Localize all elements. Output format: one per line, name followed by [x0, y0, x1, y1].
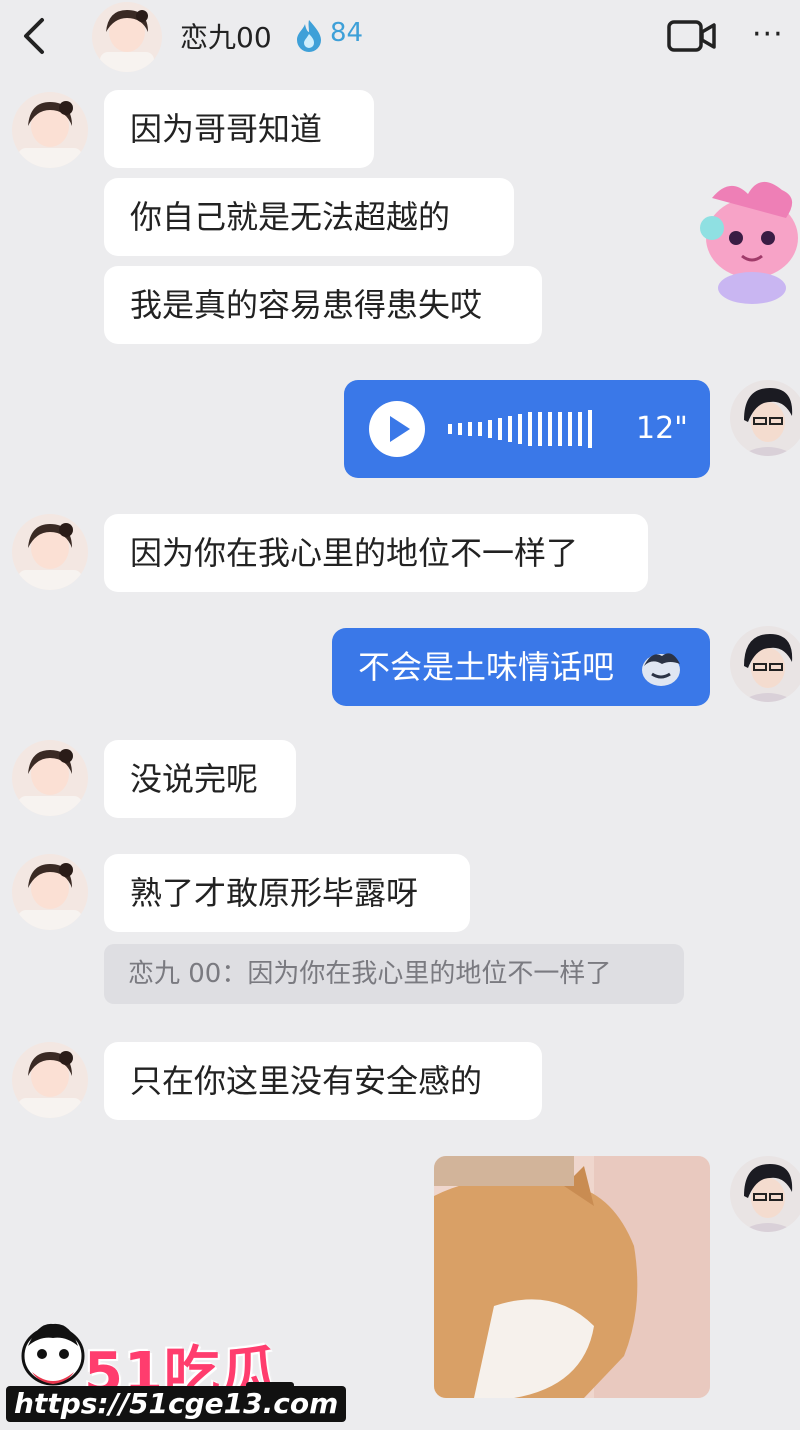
back-arrow-icon[interactable]	[18, 14, 52, 58]
self-avatar[interactable]	[730, 626, 800, 702]
message-bubble[interactable]: 因为你在我心里的地位不一样了	[104, 514, 648, 592]
message-bubble[interactable]: 我是真的容易患得患失哎	[104, 266, 542, 344]
message-bubble[interactable]: 熟了才敢原形毕露呀	[104, 854, 470, 932]
contact-avatar[interactable]	[12, 514, 88, 590]
sticker-image[interactable]	[690, 168, 800, 318]
voice-duration: 12"	[636, 411, 688, 446]
mascot-logo-icon	[21, 1323, 85, 1386]
chat-header: 恋九00 84 ···	[0, 0, 800, 78]
more-menu-icon[interactable]: ···	[752, 20, 784, 50]
photo-message[interactable]	[434, 1156, 710, 1398]
contact-name: 恋九00	[180, 21, 272, 54]
contact-avatar[interactable]	[12, 854, 88, 930]
message-bubble[interactable]: 因为哥哥知道	[104, 90, 374, 168]
fire-score: 84	[330, 18, 364, 48]
message-bubble[interactable]: 没说完呢	[104, 740, 296, 818]
contact-avatar[interactable]	[12, 1042, 88, 1118]
fire-streak-icon	[297, 20, 321, 52]
emoji-icon	[642, 653, 680, 686]
quoted-reply[interactable]: 恋九 00：因为你在我心里的地位不一样了	[104, 944, 684, 1004]
waveform-icon	[448, 410, 592, 448]
self-avatar[interactable]	[730, 380, 800, 456]
message-bubble[interactable]: 只在你这里没有安全感的	[104, 1042, 542, 1120]
self-avatar[interactable]	[730, 1156, 800, 1232]
video-call-icon[interactable]	[666, 18, 718, 54]
watermark-url: https://51cge13.com	[6, 1386, 347, 1422]
contact-avatar[interactable]	[12, 740, 88, 816]
message-bubble-self[interactable]: 不会是土味情话吧	[332, 628, 710, 706]
contact-avatar[interactable]	[92, 2, 162, 72]
message-text: 不会是土味情话吧	[358, 648, 615, 686]
message-bubble[interactable]: 你自己就是无法超越的	[104, 178, 514, 256]
contact-avatar[interactable]	[12, 92, 88, 168]
play-icon[interactable]	[368, 400, 426, 458]
voice-message-bubble[interactable]: 12"	[344, 380, 710, 478]
